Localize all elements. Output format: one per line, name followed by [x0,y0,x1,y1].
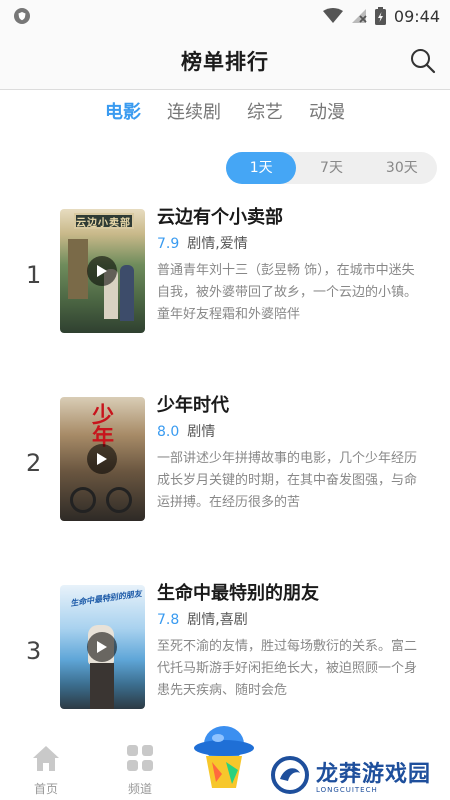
poster-bike-wheel [106,487,132,513]
page-title: 榜单排行 [181,49,269,74]
nav-channel-label: 频道 [127,782,152,796]
shield-icon [14,8,30,24]
poster-door [68,239,88,299]
tab-variety[interactable]: 综艺 [247,96,283,126]
home-icon [33,746,59,771]
nav-home-label: 首页 [33,782,58,796]
item-score: 7.8 [157,612,180,628]
list-item[interactable]: 2 少年 少年时代 8.0 剧情 一部讲述少年拼搏故事的电影，几个少年经历成长岁月… [0,395,450,527]
item-description: 至死不渝的友情，胜过每场敷衍的关系。富二代托马斯游手好闲拒绝长大，被迫照顾一个身… [157,639,418,698]
item-description: 一部讲述少年拼搏故事的电影，几个少年经历成长岁月关键的时期，在其中奋发图强，与命… [157,451,418,510]
rank-number: 2 [26,449,42,477]
battery-icon [374,7,386,25]
rank-number: 1 [26,261,42,289]
item-description: 普通青年刘十三（彭昱畅 饰），在城市中迷失自我，被外婆带回了故乡，一个云边的小镇… [157,263,418,322]
nav-channel[interactable]: 频道 [110,744,170,797]
clock: 09:44 [393,6,440,26]
play-icon [87,632,117,662]
range-7-days[interactable]: 7天 [296,152,366,184]
rank-number: 3 [26,637,42,665]
poster-image: 少年 [60,397,145,521]
poster-title-text: 云边小卖部 [76,218,131,229]
poster-bike-wheel [70,487,96,513]
tab-anime[interactable]: 动漫 [309,96,345,126]
tab-movie[interactable]: 电影 [105,96,141,126]
tab-series[interactable]: 连续剧 [167,96,221,126]
list-item[interactable]: 1 云边小卖部 云边有个小卖部 7.9 剧情,爱情 普通青年刘十三（彭昱畅 饰），… [0,207,450,339]
grid-icon [127,745,153,771]
search-button[interactable] [408,46,438,76]
nav-home[interactable]: 首页 [16,744,76,797]
wifi-icon [322,8,343,24]
item-score: 7.9 [157,236,180,252]
item-info: 生命中最特别的朋友 7.8 剧情,喜剧 至死不渝的友情，胜过每场敷衍的关系。富二代… [157,581,421,702]
list-item[interactable]: 3 生命中最特别的朋友 生命中最特别的朋友 7.8 剧情,喜剧 至死不渝的友情，胜… [0,583,450,715]
item-title: 云边有个小卖部 [157,207,283,228]
app-header: 榜单排行 [0,32,450,90]
item-score: 8.0 [157,424,180,440]
center-feature-button[interactable] [192,722,256,792]
ufo-logo-icon [194,726,254,788]
poster-figure [120,265,134,321]
watermark-logo-icon [271,756,309,794]
poster-figure [90,663,114,709]
item-genre: 剧情 [187,424,216,440]
poster-title-text: 少年 [88,403,114,447]
poster-image: 生命中最特别的朋友 [60,585,145,709]
no-signal-icon [351,8,367,24]
play-icon [87,256,117,286]
item-genre: 剧情,爱情 [187,236,248,252]
range-1-day[interactable]: 1天 [226,152,297,184]
search-icon [411,49,436,74]
poster-image: 云边小卖部 [60,209,145,333]
play-icon [87,444,117,474]
item-genre: 剧情,喜剧 [187,612,248,628]
item-info: 云边有个小卖部 7.9 剧情,爱情 普通青年刘十三（彭昱畅 饰），在城市中迷失自我… [157,205,421,326]
time-range-switch: 1天 7天 30天 [226,152,437,184]
item-info: 少年时代 8.0 剧情 一部讲述少年拼搏故事的电影，几个少年经历成长岁月关键的时期… [157,393,421,514]
status-bar: 09:44 [0,0,450,32]
watermark: 龙莽游戏园 LONGCUITECH [270,750,450,800]
category-tabs: 电影 连续剧 综艺 动漫 [0,96,450,126]
poster-title-text: 生命中最特别的朋友 [69,588,143,608]
range-30-days[interactable]: 30天 [367,152,437,184]
item-title: 生命中最特别的朋友 [157,583,319,604]
watermark-title: 龙莽游戏园 [316,762,432,787]
item-title: 少年时代 [157,395,229,416]
